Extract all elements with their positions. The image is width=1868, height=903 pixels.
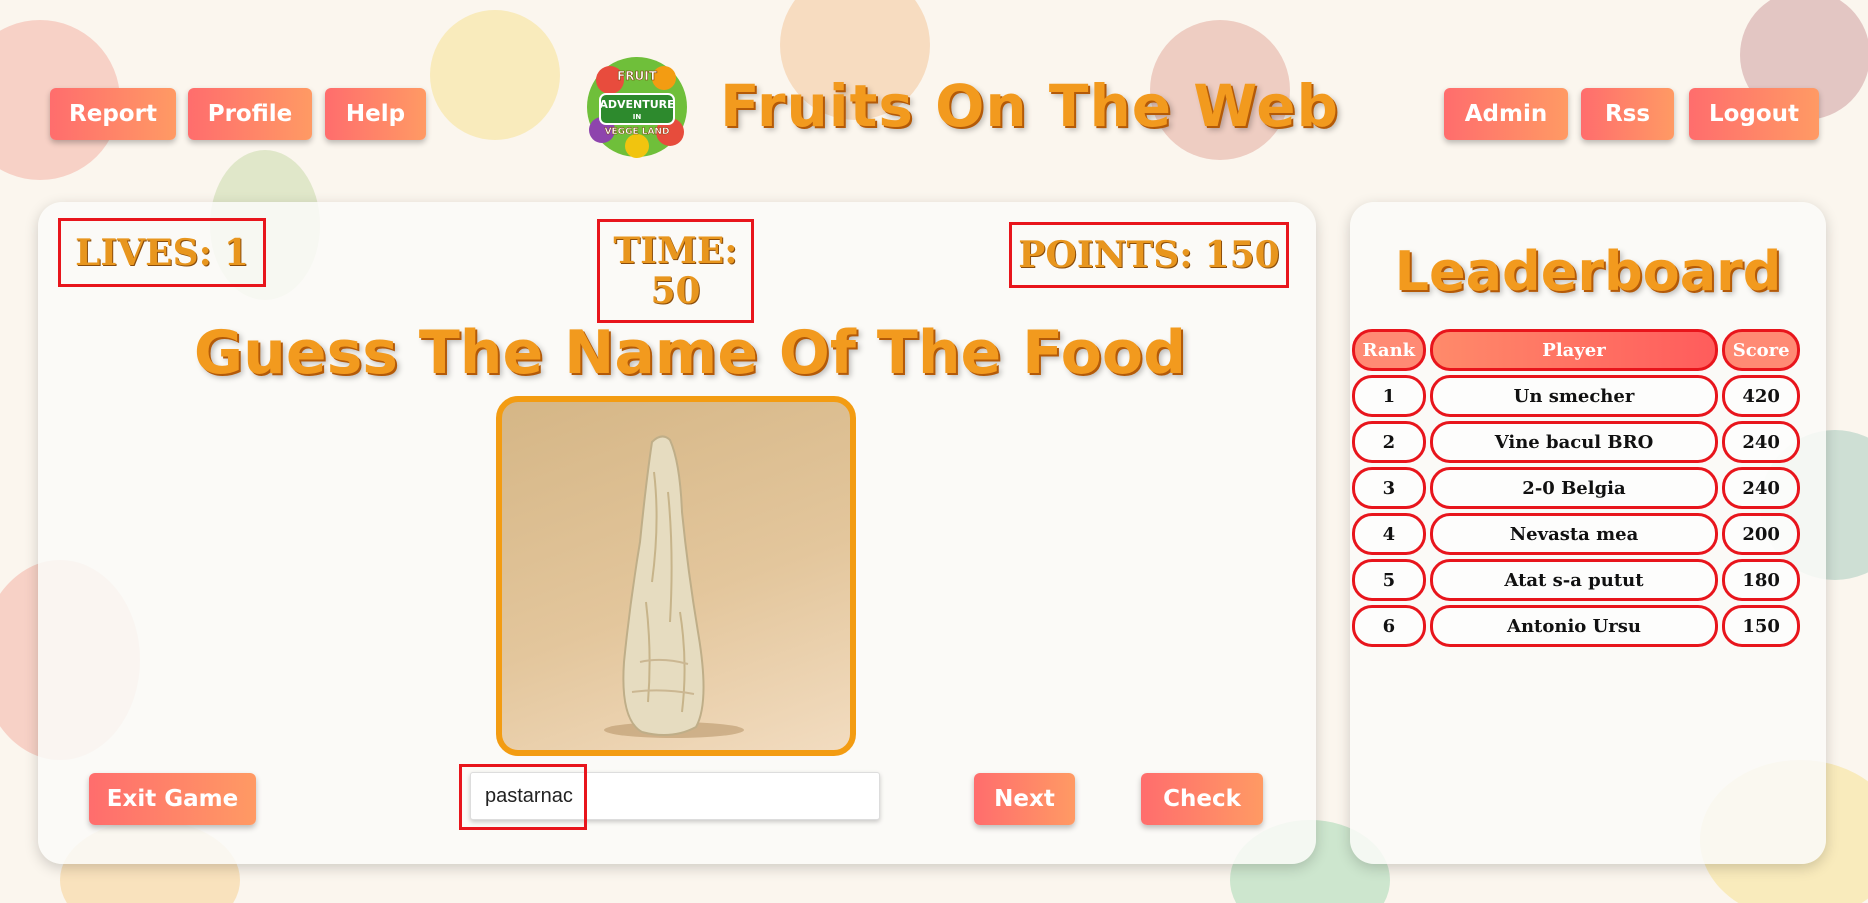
time-value: 50 [650, 270, 701, 312]
admin-button[interactable]: Admin [1444, 88, 1568, 140]
player-header: Player [1429, 329, 1719, 371]
report-button[interactable]: Report [50, 88, 176, 140]
leaderboard-title: Leaderboard [1394, 240, 1782, 303]
lives-value: 1 [223, 231, 249, 274]
rank-header: Rank [1352, 329, 1426, 371]
score-cell: 240 [1722, 421, 1800, 463]
logout-button[interactable]: Logout [1689, 88, 1819, 140]
leaderboard-table: Rank Player Score 1 Un smecher 420 2 Vin… [1352, 329, 1800, 651]
leaderboard-row: 2 Vine bacul BRO 240 [1352, 421, 1800, 463]
player-cell: Nevasta mea [1429, 513, 1719, 555]
rank-cell: 3 [1352, 467, 1426, 509]
points-label: POINTS: [1018, 234, 1193, 276]
rank-cell: 5 [1352, 559, 1426, 601]
score-cell: 240 [1722, 467, 1800, 509]
lives-counter: LIVES: 1 [58, 218, 266, 287]
help-button[interactable]: Help [325, 88, 426, 140]
leaderboard-header-row: Rank Player Score [1352, 329, 1800, 371]
rank-cell: 1 [1352, 375, 1426, 417]
rss-button[interactable]: Rss [1581, 88, 1674, 140]
logo-text-line4: VEGGE LAND [605, 127, 670, 137]
score-cell: 200 [1722, 513, 1800, 555]
site-title: Fruits On The Web [720, 72, 1340, 140]
next-button[interactable]: Next [974, 773, 1075, 825]
player-cell: Antonio Ursu [1429, 605, 1719, 647]
leaderboard-row: 3 2-0 Belgia 240 [1352, 467, 1800, 509]
leaderboard-row: 5 Atat s-a putut 180 [1352, 559, 1800, 601]
score-cell: 180 [1722, 559, 1800, 601]
player-cell: Vine bacul BRO [1429, 421, 1719, 463]
points-counter: POINTS: 150 [1009, 222, 1289, 288]
rank-cell: 6 [1352, 605, 1426, 647]
food-image [496, 396, 856, 756]
player-cell: Atat s-a putut [1429, 559, 1719, 601]
check-button[interactable]: Check [1141, 773, 1263, 825]
leaderboard-row: 4 Nevasta mea 200 [1352, 513, 1800, 555]
leaderboard-row: 6 Antonio Ursu 150 [1352, 605, 1800, 647]
exit-game-button[interactable]: Exit Game [89, 773, 256, 825]
lives-label: LIVES: [75, 231, 212, 274]
logo-text-line3: IN [633, 113, 642, 121]
logo-text-line1: FRUIT [617, 69, 658, 83]
leaderboard-row: 1 Un smecher 420 [1352, 375, 1800, 417]
logo-text-line2: ADVENTURE [599, 98, 674, 111]
score-cell: 420 [1722, 375, 1800, 417]
score-header: Score [1722, 329, 1800, 371]
time-counter: TIME: 50 [597, 219, 754, 323]
game-heading: Guess The Name Of The Food [193, 318, 1187, 388]
points-value: 150 [1204, 234, 1280, 276]
profile-button[interactable]: Profile [188, 88, 312, 140]
rank-cell: 4 [1352, 513, 1426, 555]
score-cell: 150 [1722, 605, 1800, 647]
time-label: TIME: [613, 230, 738, 272]
rank-cell: 2 [1352, 421, 1426, 463]
player-cell: Un smecher [1429, 375, 1719, 417]
site-logo: FRUIT ADVENTURE IN VEGGE LAND [580, 50, 694, 164]
player-cell: 2-0 Belgia [1429, 467, 1719, 509]
answer-input[interactable] [470, 772, 880, 820]
